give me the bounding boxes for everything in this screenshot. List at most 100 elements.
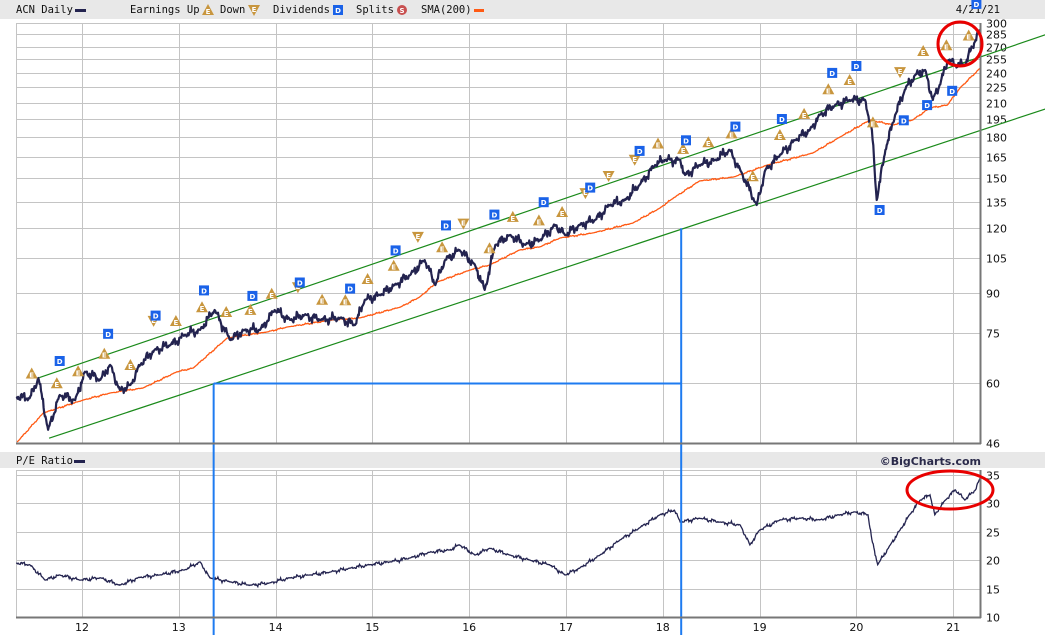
- earnings-letter: E: [487, 246, 492, 254]
- earnings-up-marker: E: [843, 74, 856, 86]
- earnings-up-marker: E: [196, 301, 208, 313]
- year-label: 19: [753, 621, 767, 634]
- dividend-letter: D: [924, 102, 930, 110]
- earnings-letter: E: [320, 298, 325, 306]
- earnings-up-marker: E: [746, 170, 759, 182]
- annotations: [212, 228, 683, 635]
- dividend-marker: D: [247, 290, 258, 301]
- pe-tick-label: 25: [986, 527, 1000, 540]
- dividend-marker: D: [681, 135, 691, 146]
- earnings-up-marker: E: [940, 39, 953, 51]
- dividend-marker: D: [922, 100, 933, 111]
- dividend-marker: D: [776, 114, 787, 124]
- dividend-letter: D: [297, 280, 303, 288]
- price-tick-label: 105: [986, 253, 1007, 266]
- bigcharts-brand: ©BigCharts.com: [880, 455, 981, 468]
- symbol-label: ACN Daily: [16, 4, 73, 16]
- price-tick-label: 285: [986, 29, 1007, 42]
- earnings-up-marker: E: [917, 45, 930, 57]
- year-label: 16: [462, 621, 476, 634]
- price-tick-label: 180: [986, 132, 1007, 145]
- earnings-up-marker: E: [316, 293, 329, 306]
- earnings-letter: E: [921, 49, 926, 57]
- price-tick-label: 75: [986, 328, 1000, 341]
- earnings-up-marker: E: [773, 129, 786, 141]
- earnings-letter: E: [29, 372, 34, 380]
- earnings-letter: E: [365, 277, 370, 285]
- dividend-letter: D: [347, 286, 353, 294]
- dividend-letter: D: [491, 212, 497, 220]
- earnings-up-label: Earnings Up: [130, 4, 200, 16]
- earnings-letter: E: [391, 264, 396, 272]
- trend-channel-lower: [48, 108, 1045, 439]
- svg-text:E: E: [206, 8, 211, 16]
- price-tick-label: 46: [986, 438, 1000, 451]
- earnings-up-marker: E: [962, 29, 975, 42]
- dividend-marker: D: [898, 115, 909, 126]
- price-grid: 3002852702552402252101951801651501351201…: [16, 18, 1007, 451]
- earnings-letter: E: [174, 319, 179, 327]
- dividend-marker: D: [730, 121, 741, 132]
- price-tick-label: 150: [986, 173, 1007, 186]
- dividend-letter: D: [949, 88, 955, 96]
- earnings-letter: E: [416, 233, 421, 241]
- earnings-letter: E: [606, 172, 611, 180]
- earnings-letter: E: [128, 363, 133, 371]
- dividend-letter: D: [973, 1, 979, 9]
- price-line: [15, 28, 981, 431]
- earnings-letter: E: [440, 245, 445, 253]
- dividend-letter: D: [683, 137, 689, 145]
- dividend-letter: D: [153, 313, 159, 321]
- earnings-letter: E: [537, 218, 542, 226]
- earnings-down-marker: E: [457, 218, 470, 230]
- earnings-letter: E: [944, 43, 949, 51]
- earnings-letter: E: [200, 305, 205, 313]
- earnings-up-marker: E: [124, 359, 137, 371]
- earnings-letter: E: [778, 133, 783, 141]
- earnings-letter: E: [706, 140, 711, 148]
- dividend-marker: D: [54, 356, 65, 366]
- price-tick-label: 210: [986, 98, 1007, 111]
- dividend-letter: D: [779, 116, 785, 124]
- dividend-letter: D: [877, 207, 883, 215]
- dividend-marker: D: [634, 145, 645, 156]
- dividend-letter: D: [853, 63, 859, 71]
- dividend-marker: D: [150, 310, 161, 321]
- svg-text:E: E: [252, 6, 257, 14]
- sma-200-line: [16, 67, 981, 443]
- earnings-down-marker: E: [602, 171, 615, 182]
- dividend-letter: D: [57, 358, 63, 366]
- dividends-label: Dividends: [273, 4, 330, 16]
- dividend-letter: D: [393, 247, 399, 255]
- year-label: 21: [946, 621, 960, 634]
- event-markers: EEEEEEEEEEEEEEEEEEEEEEEEEEEEEEEEEEEEEEEE…: [25, 0, 982, 389]
- dividend-marker: D: [585, 182, 596, 193]
- earnings-down-marker: E: [411, 231, 424, 243]
- earnings-up-marker: E: [361, 273, 374, 285]
- year-label: 17: [559, 621, 573, 634]
- earnings-up-marker: E: [798, 107, 811, 120]
- dividend-marker: D: [103, 328, 114, 339]
- earnings-letter: E: [510, 215, 515, 223]
- earnings-letter: E: [750, 174, 755, 182]
- earnings-down-marker: E: [894, 67, 906, 79]
- earnings-letter: E: [632, 156, 637, 164]
- price-tick-label: 120: [986, 223, 1007, 236]
- dividend-letter: D: [637, 148, 643, 156]
- year-label: 13: [172, 621, 186, 634]
- price-tick-label: 255: [986, 54, 1007, 67]
- price-tick-label: 240: [986, 68, 1007, 81]
- earnings-letter: E: [461, 220, 466, 228]
- split-icon: S: [397, 5, 407, 15]
- price-tick-label: 90: [986, 288, 1000, 301]
- dividend-marker: D: [947, 85, 958, 96]
- earnings-up-marker: E: [506, 210, 519, 223]
- earnings-letter: E: [898, 68, 903, 76]
- splits-label: Splits: [356, 4, 394, 16]
- pe-grid: 35302520151012 13 14 15 16 17 18 19 20 21: [16, 470, 1000, 634]
- year-label: 12: [75, 621, 89, 634]
- earnings-letter: E: [847, 78, 852, 86]
- pe-tick-label: 15: [986, 584, 1000, 597]
- earnings-down-label: Down: [220, 4, 245, 16]
- year-label: 15: [365, 621, 379, 634]
